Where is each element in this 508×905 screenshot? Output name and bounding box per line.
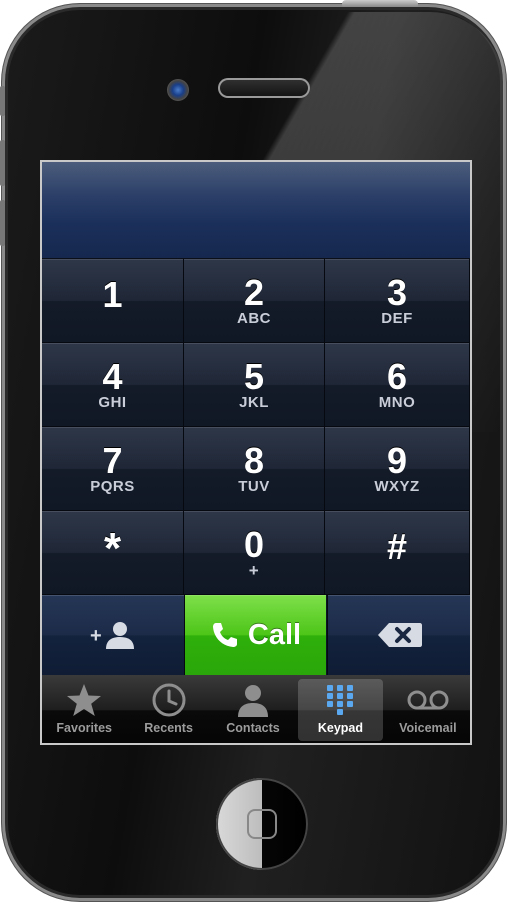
tab-label: Voicemail <box>399 721 457 735</box>
key-9[interactable]: 9 WXYZ <box>325 427 470 511</box>
key-6[interactable]: 6 MNO <box>325 343 470 427</box>
key-digit: * <box>103 524 122 573</box>
key-digit: 8 <box>243 440 265 481</box>
key-letters: MNO <box>378 394 416 411</box>
key-digit: # <box>386 526 408 567</box>
front-camera <box>167 79 189 101</box>
key-digit: 2 <box>243 272 265 313</box>
delete-button[interactable] <box>327 595 470 675</box>
volume-down-button[interactable] <box>0 200 5 246</box>
add-contact-icon: + <box>90 622 134 649</box>
key-digit: 0 <box>243 524 265 565</box>
key-0[interactable]: 0 + <box>184 511 325 595</box>
key-letters: WXYZ <box>374 478 420 495</box>
key-digit: 3 <box>386 272 408 313</box>
sleep-button[interactable] <box>342 0 418 7</box>
key-star[interactable]: * <box>42 511 184 595</box>
key-letters: GHI <box>98 394 127 411</box>
tab-keypad[interactable]: Keypad <box>298 679 383 741</box>
key-letters: JKL <box>239 394 269 411</box>
earpiece-speaker <box>218 78 310 98</box>
backspace-icon <box>377 623 422 647</box>
clock-icon <box>152 683 186 717</box>
phone-screen: 1 2 ABC 3 DEF 4 GHI 5 JKL 6 MNO 7 PQRS 8 TUV 9W… <box>40 160 472 745</box>
tab-label: Contacts <box>226 721 280 735</box>
call-label: Call <box>247 618 302 651</box>
voicemail-icon <box>407 690 449 710</box>
key-5[interactable]: 5 JKL <box>184 343 325 427</box>
tab-contacts[interactable]: Contacts <box>211 675 295 743</box>
person-icon <box>238 685 269 717</box>
phone-handset-icon <box>212 623 237 647</box>
number-display <box>42 162 470 259</box>
key-letters: TUV <box>238 478 270 495</box>
key-1[interactable]: 1 <box>42 259 184 343</box>
keypad: 1 2 ABC 3 DEF 4 GHI 5 JKL 6 MNO 7 PQRS 8 TUV 9W… <box>42 259 470 595</box>
keypad-grid-icon <box>327 685 354 715</box>
mute-switch[interactable] <box>0 86 5 116</box>
key-hash[interactable]: # <box>325 511 470 595</box>
home-square-icon <box>247 809 277 839</box>
key-2[interactable]: 2 ABC <box>184 259 325 343</box>
key-letters: DEF <box>381 310 413 327</box>
key-4[interactable]: 4 GHI <box>42 343 184 427</box>
key-digit: 9 <box>386 440 408 481</box>
key-digit: 1 <box>102 274 123 315</box>
tab-label: Recents <box>144 721 193 735</box>
add-contact-button[interactable]: + <box>42 595 185 675</box>
key-digit: 6 <box>386 356 408 397</box>
tab-bar: Favorites Recents Contacts Keypad Voicem… <box>42 675 470 743</box>
key-letters: PQRS <box>90 478 135 495</box>
home-button[interactable] <box>216 778 308 870</box>
key-7[interactable]: 7 PQRS <box>42 427 184 511</box>
key-letters: ABC <box>237 310 271 327</box>
key-8[interactable]: 8 TUV <box>184 427 325 511</box>
key-3[interactable]: 3 DEF <box>325 259 470 343</box>
key-letters: + <box>248 561 260 580</box>
action-row: + Call <box>42 595 470 675</box>
tab-favorites[interactable]: Favorites <box>42 675 126 743</box>
volume-up-button[interactable] <box>0 140 5 186</box>
call-button[interactable]: Call <box>185 595 326 675</box>
tab-voicemail[interactable]: Voicemail <box>386 675 470 743</box>
tab-label: Favorites <box>56 721 112 735</box>
key-digit: 4 <box>102 356 123 397</box>
tab-recents[interactable]: Recents <box>126 675 210 743</box>
tab-label: Keypad <box>317 721 363 735</box>
key-digit: 5 <box>243 356 265 397</box>
key-digit: 7 <box>102 440 123 481</box>
star-icon <box>67 684 102 716</box>
svg-text:+: + <box>90 625 102 647</box>
